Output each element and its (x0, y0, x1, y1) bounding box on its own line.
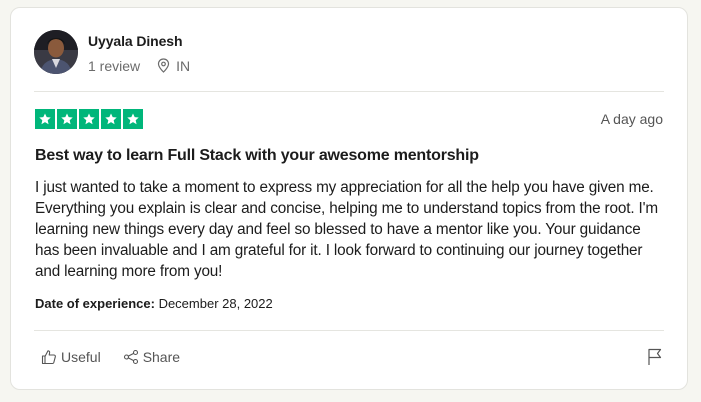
review-count: 1 review (88, 57, 141, 74)
useful-button[interactable]: Useful (41, 349, 101, 365)
location-pin-icon (157, 58, 170, 73)
reviewer-name[interactable]: Uyyala Dinesh (88, 33, 190, 49)
flag-icon (648, 348, 662, 365)
star-icon (123, 109, 143, 129)
divider (34, 330, 664, 331)
share-icon (123, 349, 138, 365)
star-icon (101, 109, 121, 129)
review-title[interactable]: Best way to learn Full Stack with your a… (35, 147, 479, 165)
reviewer-header: Uyyala Dinesh 1 review IN (34, 30, 190, 74)
share-label: Share (142, 349, 181, 365)
divider (34, 91, 664, 92)
review-card: Uyyala Dinesh 1 review IN A day ago Best… (10, 7, 688, 390)
report-flag-button[interactable] (647, 348, 663, 371)
reviewer-country: IN (176, 57, 191, 74)
thumbs-up-icon (41, 350, 56, 365)
star-icon (57, 109, 77, 129)
experience-date: December 28, 2022 (158, 296, 273, 311)
experience-label: Date of experience: (35, 296, 155, 311)
review-actions: Useful Share (41, 349, 180, 365)
review-date: A day ago (600, 111, 663, 127)
star-rating (35, 109, 143, 129)
date-of-experience: Date of experience: December 28, 2022 (35, 296, 273, 311)
avatar[interactable] (34, 30, 78, 74)
useful-label: Useful (61, 349, 101, 365)
review-body: I just wanted to take a moment to expres… (35, 179, 658, 280)
share-button[interactable]: Share (123, 349, 180, 365)
star-icon (35, 109, 55, 129)
star-icon (79, 109, 99, 129)
